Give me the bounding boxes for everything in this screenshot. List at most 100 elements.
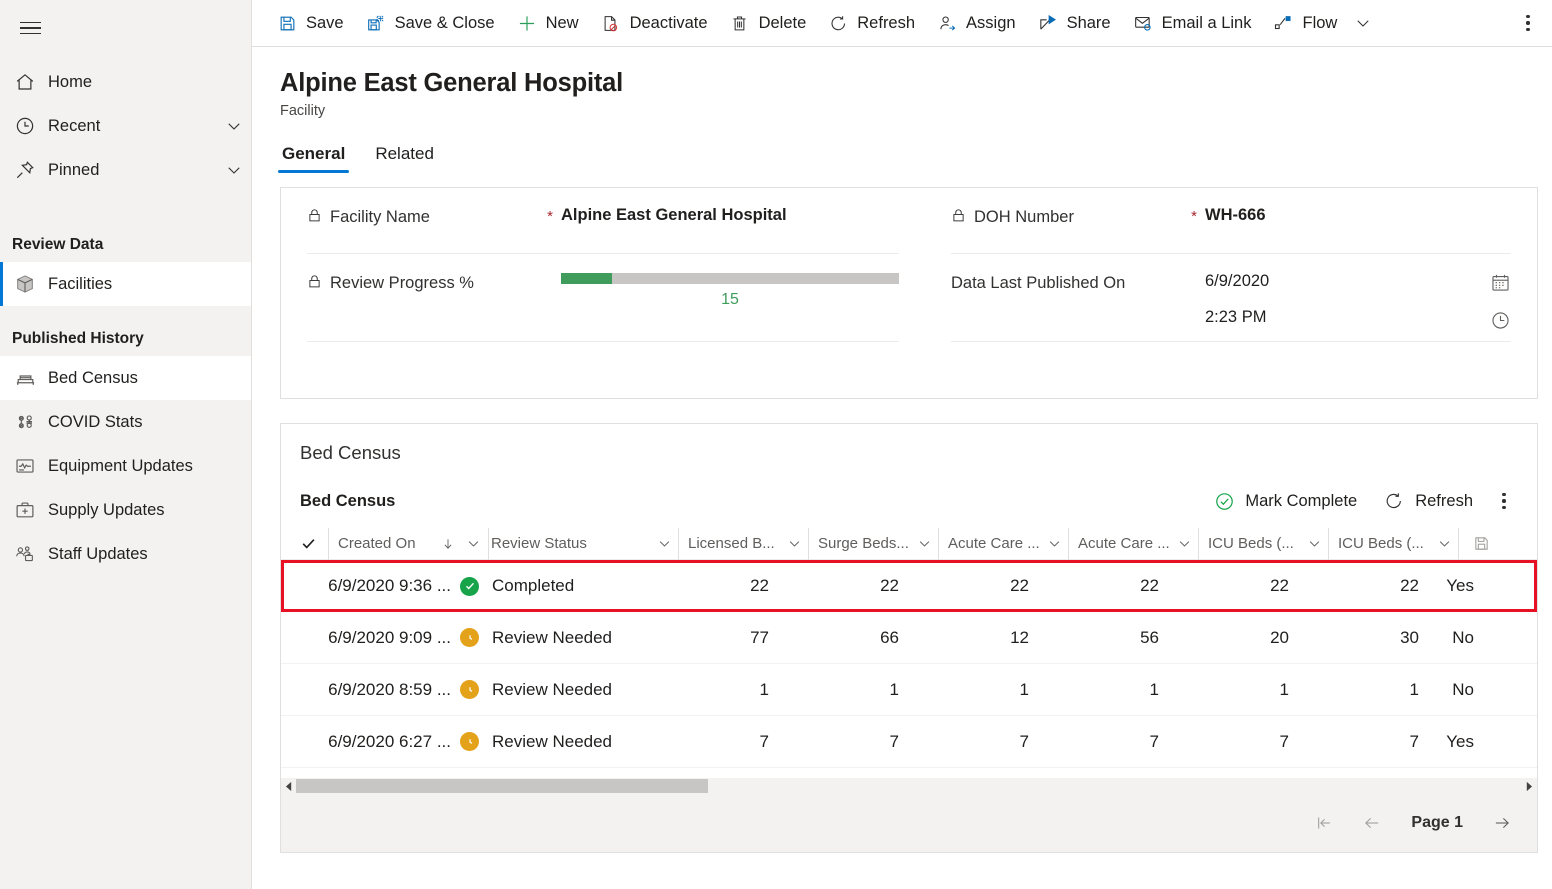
scroll-right-icon[interactable] (1522, 778, 1537, 794)
tab-general[interactable]: General (278, 138, 349, 173)
chevron-down-icon[interactable] (1307, 536, 1322, 551)
save-and-close-button[interactable]: Save & Close (355, 3, 506, 43)
column-header-icu-beds-1[interactable]: ICU Beds (... (1198, 528, 1328, 560)
cell-flag: No (1428, 680, 1476, 700)
status-pending-icon (460, 628, 479, 647)
field-facility-name: Facility Name * Alpine East General Hosp… (307, 188, 899, 254)
progress-control: 15 (561, 272, 899, 309)
chevron-down-icon[interactable] (217, 161, 251, 179)
sidebar-item-home[interactable]: Home (0, 60, 251, 104)
sidebar-item-label: Bed Census (44, 369, 251, 388)
cell-acute-care-1: 7 (908, 732, 1038, 752)
clock-icon[interactable] (1490, 310, 1511, 331)
hamburger-menu-icon[interactable] (6, 4, 54, 52)
first-page-icon[interactable] (1303, 806, 1345, 840)
required-asterisk: * (539, 206, 561, 225)
status-label: Review Needed (492, 732, 612, 752)
sidebar-item-bed-census[interactable]: Bed Census (0, 356, 251, 400)
previous-page-icon[interactable] (1351, 806, 1393, 840)
select-all-checkbox[interactable] (298, 528, 328, 560)
medkit-icon (14, 499, 44, 521)
table-row[interactable]: 6/9/2020 9:36 ... Completed 22 22 22 22 … (281, 560, 1537, 612)
cell-icu-beds-1: 22 (1168, 576, 1298, 596)
sidebar-item-label: Recent (44, 117, 217, 136)
assign-person-icon (937, 13, 957, 33)
assign-button[interactable]: Assign (926, 3, 1027, 43)
sidebar-item-facilities[interactable]: Facilities (0, 262, 251, 306)
cell-created-on: 6/9/2020 9:36 ... (298, 576, 458, 596)
chevron-down-icon[interactable] (917, 536, 932, 551)
flow-chevron-down-icon[interactable] (1348, 14, 1378, 32)
chevron-down-icon[interactable] (466, 536, 481, 551)
refresh-button[interactable]: Refresh (817, 3, 926, 43)
sidebar-item-staff-updates[interactable]: Staff Updates (0, 532, 251, 576)
calendar-icon[interactable] (1490, 272, 1511, 293)
cell-acute-care-2: 1 (1038, 680, 1168, 700)
clock-icon (14, 115, 44, 137)
flow-button[interactable]: Flow (1262, 3, 1348, 43)
column-header-acute-care-2[interactable]: Acute Care ... (1068, 528, 1198, 560)
column-header-acute-care-1[interactable]: Acute Care ... (938, 528, 1068, 560)
status-label: Review Needed (492, 680, 612, 700)
grid-refresh-button[interactable]: Refresh (1371, 484, 1485, 518)
save-column-icon[interactable] (1458, 528, 1500, 560)
scroll-left-icon[interactable] (281, 778, 296, 794)
delete-button[interactable]: Delete (719, 3, 818, 43)
general-form-card: Facility Name * Alpine East General Hosp… (280, 187, 1538, 399)
column-label: Acute Care ... (948, 535, 1041, 552)
table-row[interactable]: 6/9/2020 6:27 ... Review Needed 7 7 7 7 … (281, 716, 1537, 768)
chevron-down-icon[interactable] (787, 536, 802, 551)
deactivate-button[interactable]: Deactivate (590, 3, 719, 43)
chevron-down-icon[interactable] (217, 117, 251, 135)
column-header-licensed-beds[interactable]: Licensed B... (678, 528, 808, 560)
table-row[interactable]: 6/9/2020 8:59 ... Review Needed 1 1 1 1 … (281, 664, 1537, 716)
chevron-down-icon[interactable] (657, 536, 672, 551)
more-grid-commands-icon[interactable] (1487, 484, 1521, 518)
sidebar-item-supply-updates[interactable]: Supply Updates (0, 488, 251, 532)
chevron-down-icon[interactable] (1047, 536, 1062, 551)
column-header-icu-beds-2[interactable]: ICU Beds (... (1328, 528, 1458, 560)
scrollbar-thumb[interactable] (296, 779, 708, 793)
lock-icon (307, 207, 323, 224)
scrollbar-track[interactable] (296, 778, 1522, 794)
field-label-text: Facility Name (330, 206, 430, 228)
email-link-icon (1133, 13, 1153, 33)
next-page-icon[interactable] (1481, 806, 1523, 840)
column-label: Licensed B... (688, 535, 781, 552)
tab-related[interactable]: Related (371, 138, 438, 173)
cell-licensed-beds: 1 (648, 680, 778, 700)
email-a-link-button[interactable]: Email a Link (1122, 3, 1263, 43)
page-title: Alpine East General Hospital (280, 69, 1552, 98)
field-value-facility-name[interactable]: Alpine East General Hospital (561, 206, 899, 225)
sidebar-item-pinned[interactable]: Pinned (0, 148, 251, 192)
command-label: Share (1067, 14, 1111, 33)
page-label: Page 1 (1399, 814, 1475, 832)
mark-complete-button[interactable]: Mark Complete (1201, 484, 1369, 518)
new-button[interactable]: New (506, 3, 590, 43)
table-row[interactable]: 6/9/2020 9:09 ... Review Needed 77 66 12… (281, 612, 1537, 664)
column-header-surge-beds[interactable]: Surge Beds... (808, 528, 938, 560)
chevron-down-icon[interactable] (1177, 536, 1192, 551)
cell-acute-care-2: 56 (1038, 628, 1168, 648)
field-review-progress: Review Progress % 15 (307, 254, 899, 342)
progress-track (561, 273, 899, 284)
grid-horizontal-scrollbar[interactable] (281, 778, 1537, 794)
save-button[interactable]: Save (266, 3, 355, 43)
sidebar-item-recent[interactable]: Recent (0, 104, 251, 148)
sidebar-item-covid-stats[interactable]: COVID Stats (0, 400, 251, 444)
field-spacer (539, 272, 561, 274)
deactivate-icon (601, 13, 621, 33)
time-value[interactable]: 2:23 PM (1205, 308, 1481, 327)
field-value-doh-number[interactable]: WH-666 (1205, 206, 1511, 225)
field-doh-number: DOH Number * WH-666 (951, 188, 1511, 254)
more-commands-icon[interactable] (1510, 3, 1546, 43)
sidebar: Home Recent Pinned (0, 0, 252, 889)
sidebar-top-nav: Home Recent Pinned (0, 60, 251, 192)
sidebar-item-equipment-updates[interactable]: Equipment Updates (0, 444, 251, 488)
cell-icu-beds-1: 20 (1168, 628, 1298, 648)
column-header-created-on[interactable]: Created On (328, 528, 488, 560)
date-value[interactable]: 6/9/2020 (1205, 272, 1481, 291)
column-header-review-status[interactable]: Review Status (488, 528, 678, 560)
share-button[interactable]: Share (1027, 3, 1122, 43)
chevron-down-icon[interactable] (1437, 536, 1452, 551)
